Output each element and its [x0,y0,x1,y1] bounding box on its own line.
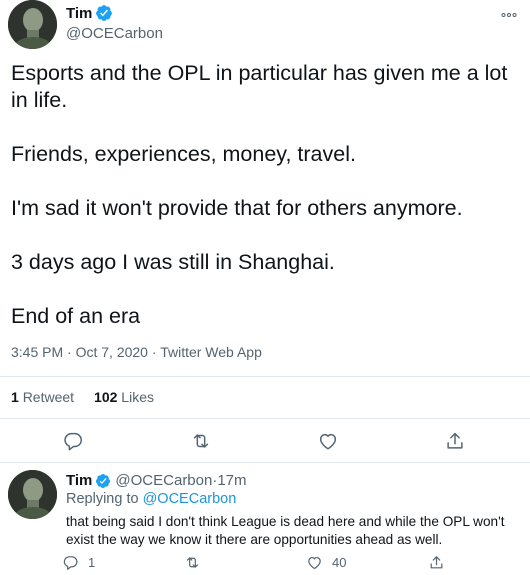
likes-count: 102 [94,389,118,405]
retweet-label: Retweet [22,389,75,405]
reply-retweet-button[interactable] [184,554,210,571]
heart-icon [319,433,337,450]
share-button[interactable] [444,430,466,452]
reply-reply-count: 1 [88,555,96,570]
avatar[interactable] [8,0,57,49]
reply-avatar[interactable] [8,470,57,519]
retweet-icon [193,434,209,448]
tweet-paragraph: Esports and the OPL in particular has gi… [11,61,508,112]
tweet-paragraph: End of an era [11,304,141,328]
tweet-text: Esports and the OPL in particular has gi… [11,60,521,330]
tweet-paragraph: 3 days ago I was still in Shanghai. [11,250,335,274]
author-handle[interactable]: @OCECarbon [66,25,163,42]
verified-badge-icon [96,473,111,488]
reply-like-count: 40 [332,555,347,570]
tweet-date-link[interactable]: Oct 7, 2020 [76,344,148,360]
author-name-row[interactable]: Tim [66,4,113,22]
tweet-stats: 1 Retweet 102 Likes [11,389,154,405]
verified-badge-icon [96,5,113,21]
divider [0,418,530,419]
tweet-metadata: 3:45 PM · Oct 7, 2020 · Twitter Web App [11,344,262,360]
reply-display-name[interactable]: Tim [66,472,92,489]
reply-icon [63,556,78,570]
tweet-paragraph: Friends, experiences, money, travel. [11,142,356,166]
tweet-paragraph: I'm sad it won't provide that for others… [11,196,463,220]
likes-label: Likes [121,389,154,405]
divider [0,462,530,463]
heart-icon [308,556,321,570]
reply-button[interactable] [62,430,84,452]
replying-to-label: Replying to [66,491,143,507]
retweet-button[interactable] [190,430,212,452]
meta-separator: · [147,344,161,360]
reply-like-button[interactable]: 40 [306,554,346,571]
share-icon [447,432,463,449]
replying-to-mention[interactable]: @OCECarbon [143,491,237,507]
reply-icon [64,432,82,451]
retweet-stat[interactable]: 1 Retweet [11,389,74,405]
reply-text: that being said I don't think League is … [66,514,505,547]
reply-reply-button[interactable]: 1 [62,554,95,571]
tweet-time-link[interactable]: 3:45 PM [11,344,63,360]
more-options-icon [501,13,517,17]
reply-header: Tim @OCECarbon · 17m [66,472,247,489]
replying-to: Replying to @OCECarbon [66,491,236,507]
reply-share-button[interactable] [428,554,454,571]
like-button[interactable] [317,430,339,452]
share-icon [430,556,443,569]
divider [0,376,530,377]
tweet-source-link[interactable]: Twitter Web App [160,344,262,360]
meta-separator: · [63,344,76,360]
more-options-button[interactable] [500,6,518,24]
reply-handle[interactable]: @OCECarbon [115,472,212,489]
likes-stat[interactable]: 102 Likes [94,389,154,405]
reply-age[interactable]: 17m [217,472,246,489]
display-name[interactable]: Tim [66,5,92,22]
retweet-icon [186,557,199,568]
retweet-count: 1 [11,389,19,405]
